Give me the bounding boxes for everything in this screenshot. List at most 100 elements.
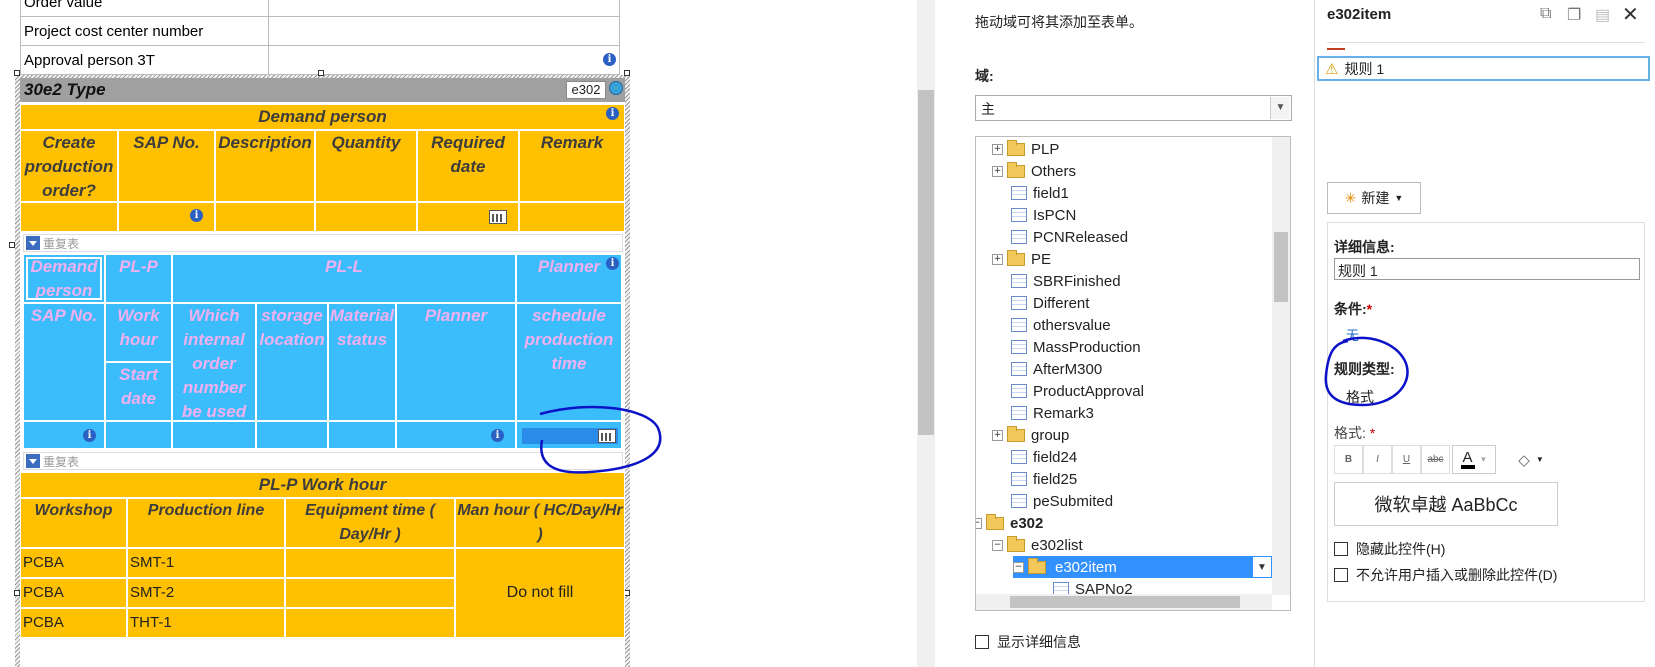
resize-handle[interactable] [318, 70, 324, 76]
info-icon[interactable]: i [603, 53, 616, 66]
workhour-row-equipment[interactable] [285, 578, 455, 608]
demand-header-required-date: Required date [417, 130, 519, 202]
calendar-icon[interactable] [489, 210, 507, 224]
tree-item[interactable]: − e302item ▼ [1013, 556, 1272, 578]
tree-item[interactable]: Different [1008, 292, 1089, 314]
resize-handle[interactable] [14, 70, 20, 76]
tree-item[interactable]: − e302list [992, 534, 1083, 556]
show-details-checkbox[interactable] [975, 635, 989, 649]
pl-cell-work-hour[interactable] [105, 421, 172, 449]
fill-color-button[interactable]: ◇ ▼ [1510, 445, 1552, 474]
close-icon[interactable]: ✕ [1622, 2, 1639, 27]
hide-control-checkbox[interactable] [1334, 542, 1348, 556]
info-icon[interactable]: i [83, 429, 96, 442]
pl-cell-material[interactable] [328, 421, 396, 449]
required-mark: * [1369, 425, 1376, 441]
field-tree[interactable]: + PLP + Others field1 IsPCN PCNReleased + PE SBRF… [975, 136, 1291, 611]
tree-vscroll[interactable] [1272, 137, 1290, 595]
chevron-down-icon[interactable]: ▼ [1252, 556, 1272, 578]
tree-item[interactable]: field1 [1008, 182, 1069, 204]
demand-cell-remark[interactable] [519, 202, 625, 232]
tree-item-label: field25 [1033, 470, 1078, 488]
workhour-row-workshop: PCBA [20, 578, 127, 608]
expander-icon[interactable]: − [976, 517, 982, 529]
workhour-header-manhour: Man hour ( HC/Day/Hr ) [455, 498, 625, 548]
pl-p-header: PL-P [105, 254, 172, 303]
pl-sap-no: SAP No. [23, 303, 105, 421]
info-icon[interactable]: i [190, 209, 203, 222]
order-value-field[interactable] [268, 0, 620, 17]
hide-control-label: 隐藏此控件(H) [1356, 541, 1446, 557]
paste-icon[interactable]: ▤ [1595, 5, 1610, 25]
cost-center-field[interactable] [268, 16, 620, 46]
tree-item-label: peSubmited [1033, 492, 1114, 510]
info-icon[interactable]: i [491, 429, 504, 442]
expander-icon[interactable]: − [992, 539, 1003, 551]
tree-item[interactable]: IsPCN [1008, 204, 1076, 226]
disallow-insert-checkbox[interactable] [1334, 568, 1348, 582]
expander-icon[interactable]: + [992, 165, 1003, 177]
tree-item[interactable]: field25 [1008, 468, 1077, 490]
tree-item[interactable]: + PLP [992, 138, 1059, 160]
form-scrollbar[interactable] [917, 0, 935, 667]
tree-item[interactable]: ProductApproval [1008, 380, 1144, 402]
bold-button[interactable]: B [1334, 445, 1363, 474]
pl-cell-storage[interactable] [256, 421, 328, 449]
tree-item[interactable]: peSubmited [1008, 490, 1113, 512]
rule-item[interactable]: ⚠ 规则 1 [1317, 56, 1650, 81]
info-icon[interactable]: i [606, 257, 619, 270]
sparkle-icon: ✳ [1344, 189, 1357, 206]
disallow-insert-row[interactable]: 不允许用户插入或删除此控件(D) [1334, 565, 1557, 585]
info-icon[interactable]: i [606, 107, 619, 120]
demand-cell-create[interactable] [20, 202, 118, 232]
form-scrollbar-thumb[interactable] [918, 90, 934, 435]
resize-handle[interactable] [9, 242, 15, 248]
font-color-button[interactable]: A ▼ [1452, 445, 1496, 474]
dropdown-arrow-icon[interactable] [26, 454, 40, 468]
tree-vscroll-thumb[interactable] [1274, 232, 1288, 302]
section-tag[interactable]: e302 [566, 81, 606, 99]
details-input[interactable]: 规则 1 [1334, 258, 1640, 280]
italic-button[interactable]: I [1363, 445, 1392, 474]
tree-item[interactable]: AfterM300 [1008, 358, 1102, 380]
domain-select[interactable]: 主 ▼ [975, 95, 1292, 121]
workhour-row-equipment[interactable] [285, 548, 455, 578]
format-label-text: 格式: [1334, 425, 1366, 441]
chevron-down-icon[interactable]: ▼ [1270, 97, 1290, 119]
resize-handle[interactable] [624, 70, 630, 76]
tree-item[interactable]: + Others [992, 160, 1076, 182]
tree-item[interactable]: SBRFinished [1008, 270, 1121, 292]
field-icon [1011, 472, 1027, 486]
tree-item[interactable]: MassProduction [1008, 336, 1141, 358]
expander-icon[interactable]: + [992, 429, 1003, 441]
tree-item[interactable]: field24 [1008, 446, 1077, 468]
expander-icon[interactable]: + [992, 143, 1003, 155]
tree-item[interactable]: + PE [992, 248, 1051, 270]
hide-control-row[interactable]: 隐藏此控件(H) [1334, 539, 1445, 559]
tree-item[interactable]: Remark3 [1008, 402, 1094, 424]
demand-header-create: Create production order? [20, 130, 118, 202]
tree-item[interactable]: PCNReleased [1008, 226, 1128, 248]
tree-item[interactable]: othersvalue [1008, 314, 1111, 336]
copy-icon[interactable]: ⧉ [1540, 5, 1551, 23]
section-menu-icon[interactable] [609, 81, 623, 95]
workhour-row-equipment[interactable] [285, 608, 455, 638]
demand-cell-quantity[interactable] [315, 202, 417, 232]
expander-icon[interactable]: + [992, 253, 1003, 265]
repeating-table-label[interactable]: 重复表 [23, 234, 623, 252]
new-rule-button[interactable]: ✳ 新建 ▼ [1327, 182, 1421, 214]
duplicate-icon[interactable]: ❐ [1567, 5, 1581, 25]
strikethrough-button[interactable]: abc [1421, 445, 1450, 474]
demand-cell-description[interactable] [215, 202, 315, 232]
section-title: 30e2 Type [20, 78, 625, 102]
underline-button[interactable]: U [1392, 445, 1421, 474]
tree-item[interactable]: + group [992, 424, 1069, 446]
pl-demand-person[interactable]: Demand person [23, 254, 105, 303]
tree-hscroll[interactable] [976, 594, 1272, 610]
tree-item[interactable]: − e302 [976, 512, 1043, 534]
show-details-row[interactable]: 显示详细信息 [975, 632, 1081, 652]
tree-hscroll-thumb[interactable] [1010, 596, 1240, 608]
dropdown-arrow-icon[interactable] [26, 236, 40, 250]
expander-icon[interactable]: − [1013, 561, 1024, 573]
pl-cell-internal[interactable] [172, 421, 256, 449]
